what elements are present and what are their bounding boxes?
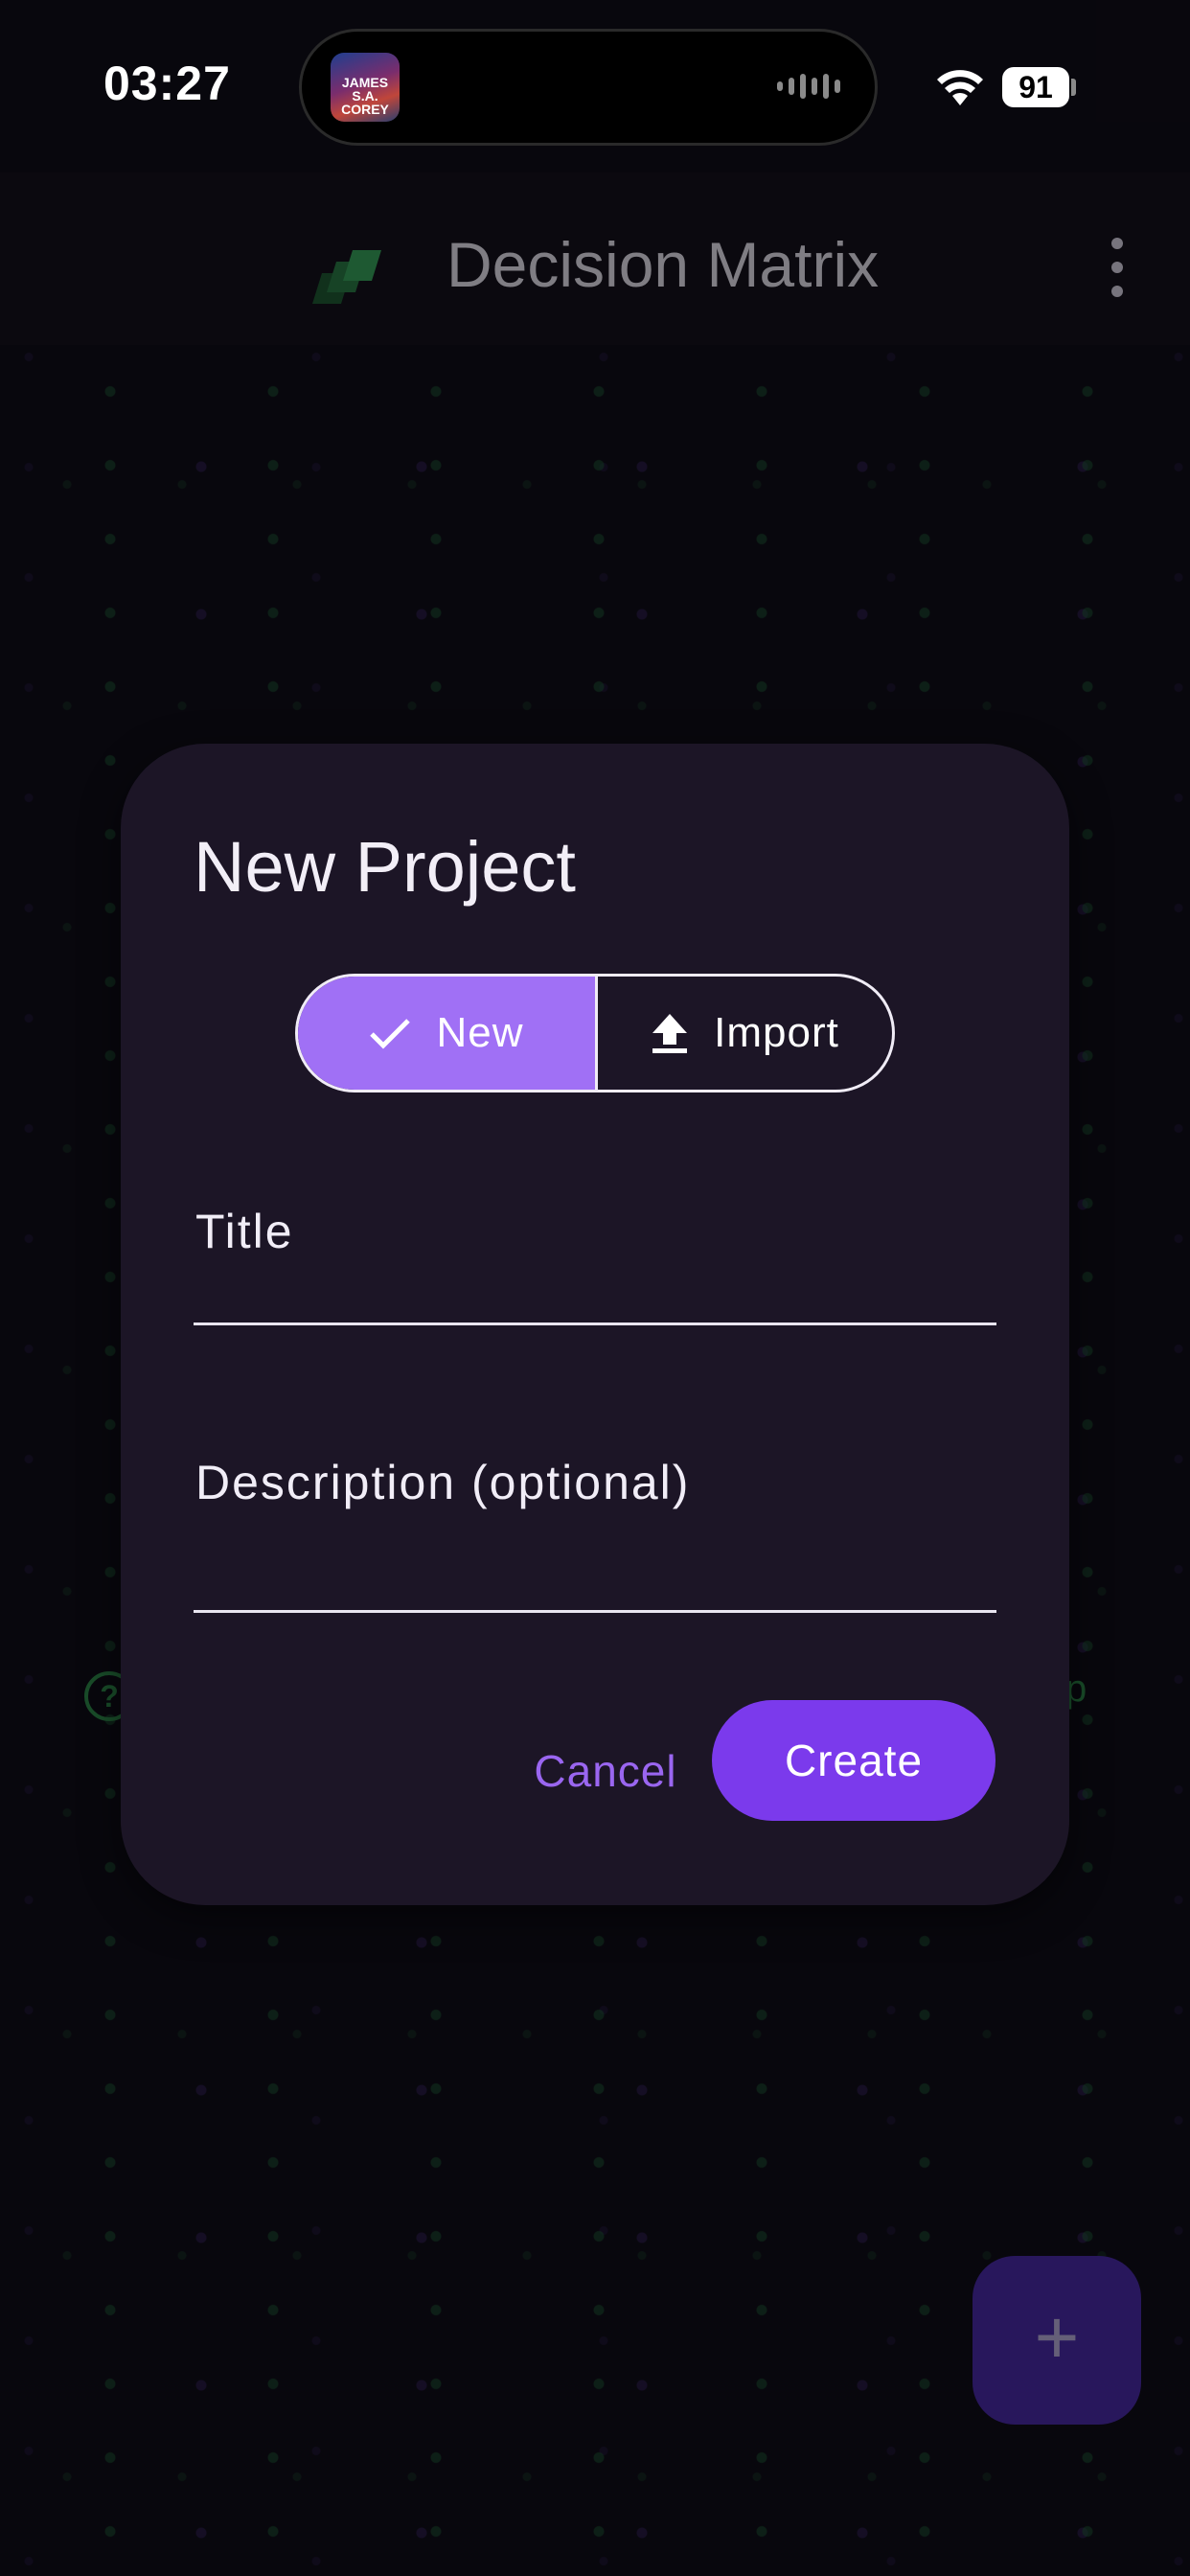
status-time: 03:27 [103, 57, 231, 110]
segment-import[interactable]: Import [595, 977, 892, 1090]
description-field[interactable]: Description (optional) [194, 1453, 996, 1613]
upload-icon [651, 1012, 689, 1054]
new-project-dialog: New Project New Import Title Description… [121, 744, 1069, 1905]
segment-new[interactable]: New [298, 977, 595, 1090]
dynamic-island[interactable]: JAMES S.A. COREY [299, 29, 878, 146]
description-field-label: Description (optional) [195, 1456, 691, 1509]
cancel-button[interactable]: Cancel [502, 1735, 709, 1807]
battery-tip [1071, 79, 1076, 96]
status-bar: 03:27 JAMES S.A. COREY 91 [0, 0, 1190, 172]
now-playing-artwork: JAMES S.A. COREY [331, 53, 400, 122]
wifi-icon [935, 67, 985, 107]
create-button[interactable]: Create [712, 1700, 995, 1821]
app-screen: Decision Matrix ? p + 03:27 JAMES S.A. C… [0, 0, 1190, 2576]
title-field[interactable]: Title [194, 1204, 996, 1325]
segment-import-label: Import [714, 1009, 839, 1056]
segment-new-label: New [436, 1009, 524, 1056]
audio-waveform-icon [777, 74, 840, 99]
mode-segmented-control: New Import [295, 974, 895, 1092]
dialog-title: New Project [194, 827, 576, 907]
check-icon [369, 1017, 411, 1049]
title-field-label: Title [195, 1205, 294, 1258]
battery-indicator: 91 [1002, 67, 1069, 107]
now-playing-art-text: JAMES S.A. COREY [341, 75, 389, 117]
